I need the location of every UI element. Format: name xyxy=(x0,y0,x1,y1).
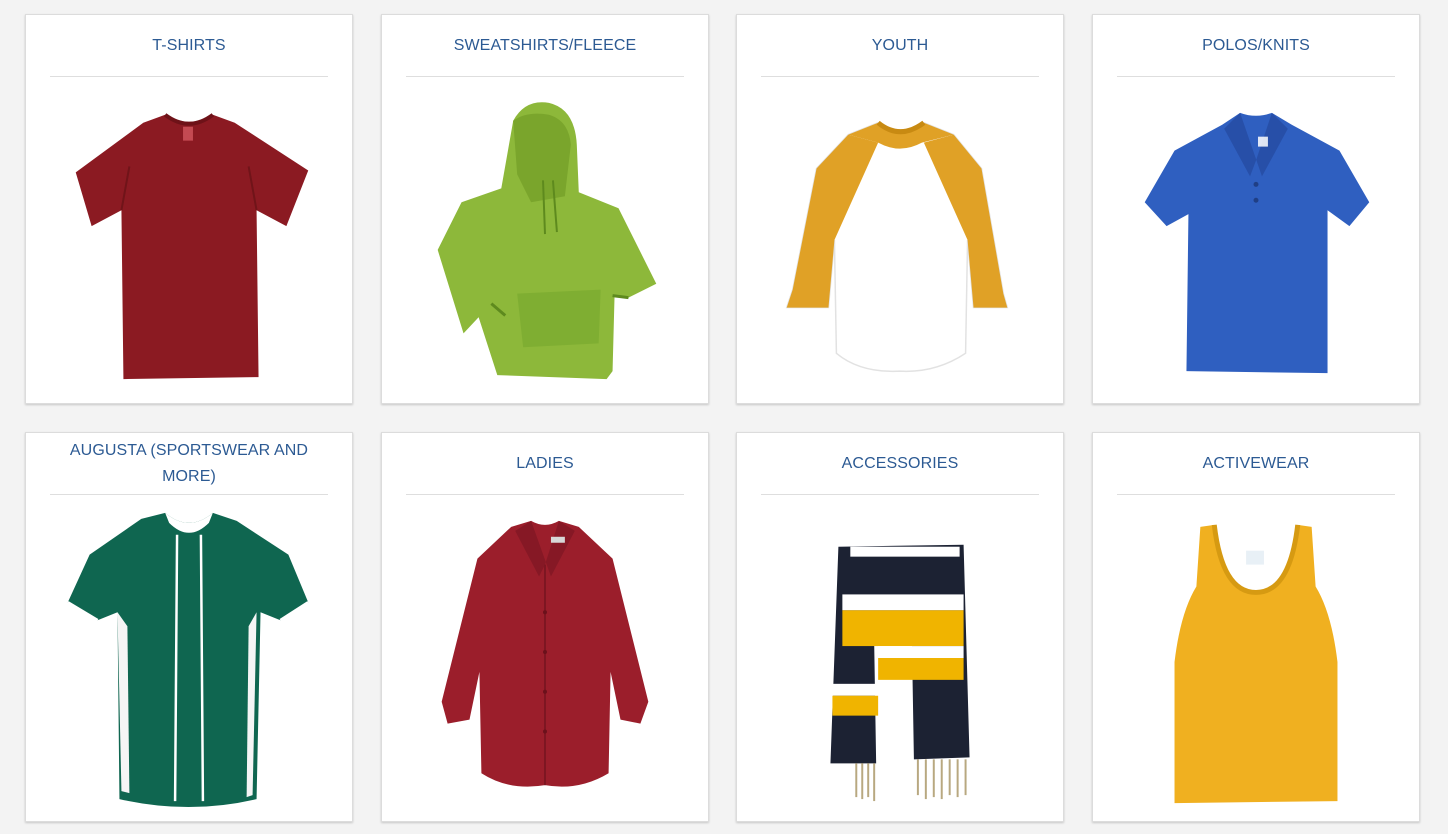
red-blouse-icon[interactable] xyxy=(382,503,708,813)
card-divider xyxy=(761,494,1039,495)
green-hoodie-icon[interactable] xyxy=(382,85,708,395)
red-tshirt-icon[interactable] xyxy=(26,85,352,395)
card-divider xyxy=(406,494,684,495)
green-baseball-jersey-icon[interactable] xyxy=(26,503,352,813)
category-card-ladies[interactable]: LADIES xyxy=(381,432,709,822)
category-card-polos[interactable]: POLOS/KNITS xyxy=(1092,14,1420,404)
category-card-accessories[interactable]: ACCESSORIES xyxy=(736,432,1064,822)
category-card-augusta[interactable]: AUGUSTA (SPORTSWEAR AND MORE) xyxy=(25,432,353,822)
category-title[interactable]: AUGUSTA (SPORTSWEAR AND MORE) xyxy=(50,433,328,495)
category-title[interactable]: YOUTH xyxy=(761,15,1039,77)
category-card-sweatshirts[interactable]: SWEATSHIRTS/FLEECE xyxy=(381,14,709,404)
raglan-shirt-icon[interactable] xyxy=(737,85,1063,395)
category-title[interactable]: ACTIVEWEAR xyxy=(1117,433,1395,495)
category-card-activewear[interactable]: ACTIVEWEAR xyxy=(1092,432,1420,822)
gold-tank-top-icon[interactable] xyxy=(1093,503,1419,813)
category-title[interactable]: ACCESSORIES xyxy=(761,433,1039,495)
category-title[interactable]: SWEATSHIRTS/FLEECE xyxy=(406,15,684,77)
card-divider xyxy=(1117,494,1395,495)
category-grid: T-SHIRTS SWEATSHIRTS/FLEECE YOUTH POLOS/… xyxy=(0,0,1448,834)
card-divider xyxy=(50,76,328,77)
blue-polo-icon[interactable] xyxy=(1093,85,1419,395)
striped-scarf-icon[interactable] xyxy=(737,503,1063,813)
category-card-youth[interactable]: YOUTH xyxy=(736,14,1064,404)
card-divider xyxy=(406,76,684,77)
card-divider xyxy=(50,494,328,495)
category-title[interactable]: LADIES xyxy=(406,433,684,495)
card-divider xyxy=(761,76,1039,77)
card-divider xyxy=(1117,76,1395,77)
category-title[interactable]: POLOS/KNITS xyxy=(1117,15,1395,77)
category-title[interactable]: T-SHIRTS xyxy=(50,15,328,77)
category-card-tshirts[interactable]: T-SHIRTS xyxy=(25,14,353,404)
